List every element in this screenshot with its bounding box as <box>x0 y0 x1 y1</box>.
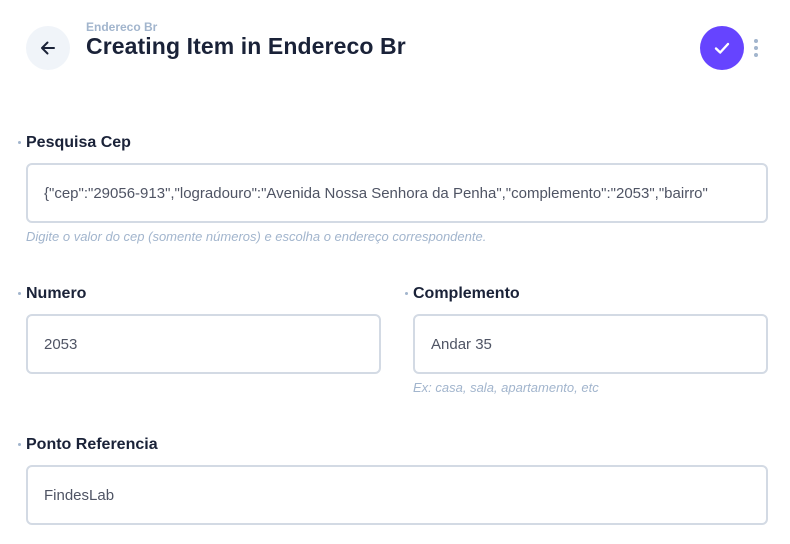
back-button[interactable] <box>26 26 70 70</box>
page-title: Creating Item in Endereco Br <box>86 33 406 59</box>
ponto-referencia-value: FindesLab <box>44 486 115 504</box>
save-button[interactable] <box>700 26 744 70</box>
field-marker <box>18 292 21 295</box>
complemento-input[interactable]: Andar 35 <box>413 314 768 374</box>
field-marker <box>18 443 21 446</box>
numero-input[interactable]: 2053 <box>26 314 381 374</box>
more-options-button[interactable] <box>748 36 764 60</box>
ponto-referencia-label: Ponto Referencia <box>26 436 158 453</box>
field-complemento: Complemento <box>405 284 768 304</box>
field-marker <box>405 292 408 295</box>
pesquisa-cep-value: {"cep":"29056-913","logradouro":"Avenida… <box>44 184 708 202</box>
arrow-left-icon <box>41 41 55 55</box>
field-marker <box>18 141 21 144</box>
page-header: Endereco Br Creating Item in Endereco Br <box>0 0 790 96</box>
breadcrumb[interactable]: Endereco Br <box>86 20 157 34</box>
field-ponto-referencia: Ponto Referencia <box>18 435 768 455</box>
numero-label: Numero <box>26 285 87 302</box>
field-numero: Numero <box>18 284 381 304</box>
complemento-hint: Ex: casa, sala, apartamento, etc <box>413 380 599 395</box>
pesquisa-cep-hint: Digite o valor do cep (somente números) … <box>26 229 487 244</box>
pesquisa-cep-label: Pesquisa Cep <box>26 134 131 151</box>
field-pesquisa-cep: Pesquisa Cep <box>18 133 768 153</box>
ponto-referencia-input[interactable]: FindesLab <box>26 465 768 525</box>
numero-value: 2053 <box>44 335 78 353</box>
complemento-value: Andar 35 <box>431 335 492 353</box>
pesquisa-cep-input[interactable]: {"cep":"29056-913","logradouro":"Avenida… <box>26 163 768 223</box>
check-icon <box>714 42 730 54</box>
complemento-label: Complemento <box>413 285 520 302</box>
more-vertical-icon <box>754 39 758 43</box>
